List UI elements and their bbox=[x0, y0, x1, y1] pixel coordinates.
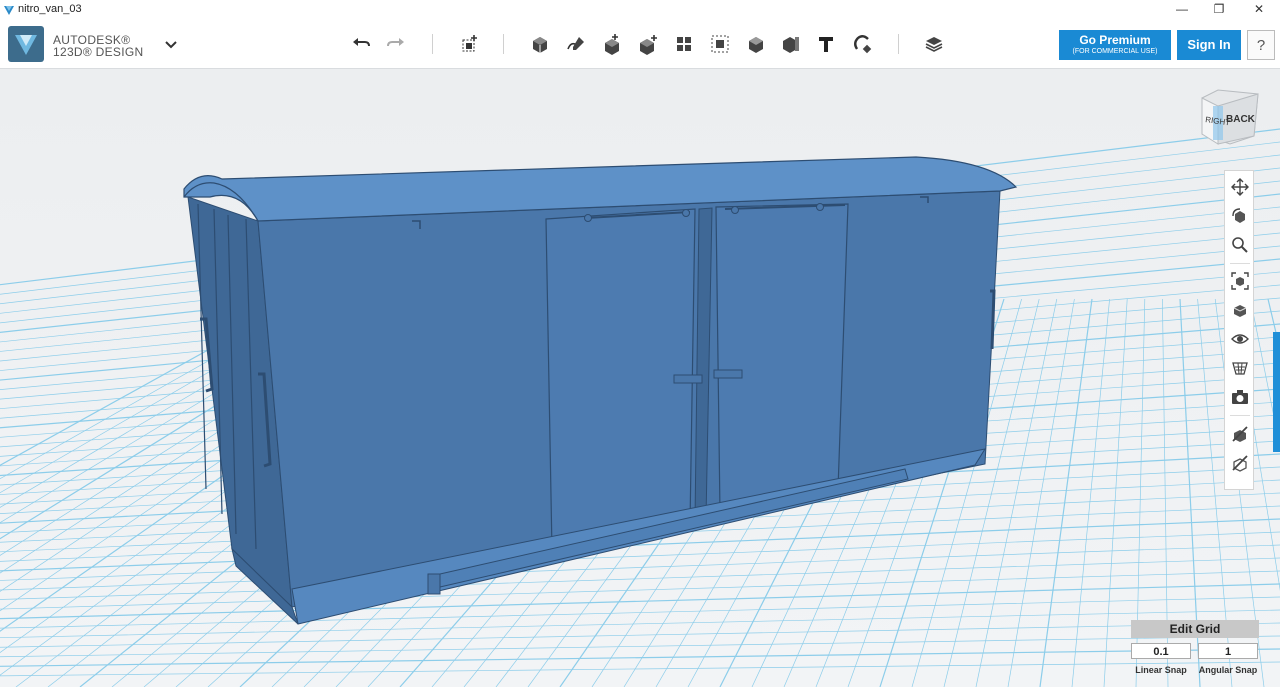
primitives-icon bbox=[533, 37, 547, 53]
transform-icon bbox=[462, 35, 477, 52]
nav-divider bbox=[1230, 263, 1250, 264]
toolbar-divider bbox=[432, 34, 433, 54]
modify-button[interactable] bbox=[634, 30, 662, 58]
zoom-button[interactable] bbox=[1229, 234, 1251, 256]
text-button[interactable] bbox=[812, 30, 840, 58]
viewcube[interactable]: RIGHT BACK bbox=[1196, 86, 1262, 152]
snap-button[interactable] bbox=[848, 30, 876, 58]
chevron-down-icon[interactable] bbox=[163, 36, 179, 52]
angular-snap-label: Angular Snap bbox=[1198, 665, 1258, 675]
hide-button[interactable] bbox=[1229, 423, 1251, 445]
pan-icon bbox=[1231, 178, 1249, 196]
pattern-button[interactable] bbox=[670, 30, 698, 58]
show-icon bbox=[1232, 455, 1248, 472]
camera-icon bbox=[1232, 390, 1248, 404]
redo-icon bbox=[387, 38, 404, 47]
app-icon bbox=[4, 6, 14, 15]
primitives-button[interactable] bbox=[526, 30, 554, 58]
grouping-icon bbox=[711, 35, 729, 53]
premium-label: Go Premium bbox=[1079, 33, 1151, 47]
side-panel-toggle[interactable] bbox=[1273, 332, 1280, 452]
transform-button[interactable] bbox=[455, 30, 483, 58]
pan-button[interactable] bbox=[1229, 176, 1251, 198]
minimize-button[interactable]: — bbox=[1162, 0, 1202, 20]
close-button[interactable]: ✕ bbox=[1239, 0, 1279, 20]
measure-icon bbox=[783, 37, 799, 53]
sketch-icon bbox=[567, 37, 584, 50]
toolbar-divider bbox=[898, 34, 899, 54]
visibility-icon bbox=[1231, 334, 1249, 344]
grouping-button[interactable] bbox=[706, 30, 734, 58]
toolbar-divider bbox=[503, 34, 504, 54]
measure-button[interactable] bbox=[777, 30, 805, 58]
window-title: nitro_van_03 bbox=[18, 3, 82, 15]
view-button[interactable] bbox=[1229, 299, 1251, 321]
title-bar: nitro_van_03 — ❐ ✕ bbox=[0, 0, 1280, 20]
visibility-button[interactable] bbox=[1229, 328, 1251, 350]
construct-button[interactable] bbox=[598, 30, 626, 58]
undo-button[interactable] bbox=[347, 30, 375, 58]
text-icon bbox=[819, 37, 833, 52]
combine-button[interactable] bbox=[742, 30, 770, 58]
viewport-canvas[interactable]: RIGHT BACK bbox=[0, 69, 1280, 687]
angular-snap-input[interactable]: 1 bbox=[1198, 643, 1258, 659]
redo-button[interactable] bbox=[382, 30, 410, 58]
fit-icon bbox=[1231, 272, 1249, 290]
go-premium-button[interactable]: Go Premium (FOR COMMERCIAL USE) bbox=[1059, 30, 1171, 60]
material-button[interactable] bbox=[920, 30, 948, 58]
viewcube-face-back[interactable]: BACK bbox=[1226, 114, 1256, 125]
material-display-button[interactable] bbox=[1229, 357, 1251, 379]
restore-button[interactable]: ❐ bbox=[1199, 0, 1239, 20]
undo-icon bbox=[353, 38, 370, 47]
pattern-icon bbox=[677, 37, 691, 51]
camera-button[interactable] bbox=[1229, 386, 1251, 408]
sign-in-button[interactable]: Sign In bbox=[1177, 30, 1241, 60]
linear-snap-input[interactable]: 0.1 bbox=[1131, 643, 1191, 659]
view-icon bbox=[1233, 305, 1247, 317]
premium-sub-label: (FOR COMMERCIAL USE) bbox=[1072, 48, 1158, 55]
show-button[interactable] bbox=[1229, 452, 1251, 474]
zoom-icon bbox=[1232, 237, 1248, 253]
help-button[interactable]: ? bbox=[1247, 30, 1275, 60]
navigation-bar bbox=[1224, 170, 1254, 490]
snap-icon bbox=[854, 35, 872, 54]
linear-snap-label: Linear Snap bbox=[1135, 665, 1187, 675]
combine-icon bbox=[749, 37, 763, 53]
material-icon bbox=[925, 37, 943, 52]
orbit-button[interactable] bbox=[1229, 205, 1251, 227]
scene-svg bbox=[0, 69, 1280, 687]
sketch-button[interactable] bbox=[562, 30, 590, 58]
brand-line2: 123D® DESIGN bbox=[53, 45, 144, 59]
material-display-icon bbox=[1232, 362, 1248, 375]
fit-button[interactable] bbox=[1229, 270, 1251, 292]
app-logo-icon bbox=[8, 26, 44, 62]
modify-icon bbox=[640, 35, 657, 55]
main-toolbar: AUTODESK® 123D® DESIGN Go Premium (FOR C… bbox=[0, 20, 1280, 69]
nav-divider bbox=[1230, 415, 1250, 416]
orbit-icon bbox=[1232, 208, 1245, 223]
hide-icon bbox=[1232, 426, 1248, 442]
edit-grid-button[interactable]: Edit Grid bbox=[1131, 620, 1259, 638]
construct-icon bbox=[605, 34, 619, 55]
